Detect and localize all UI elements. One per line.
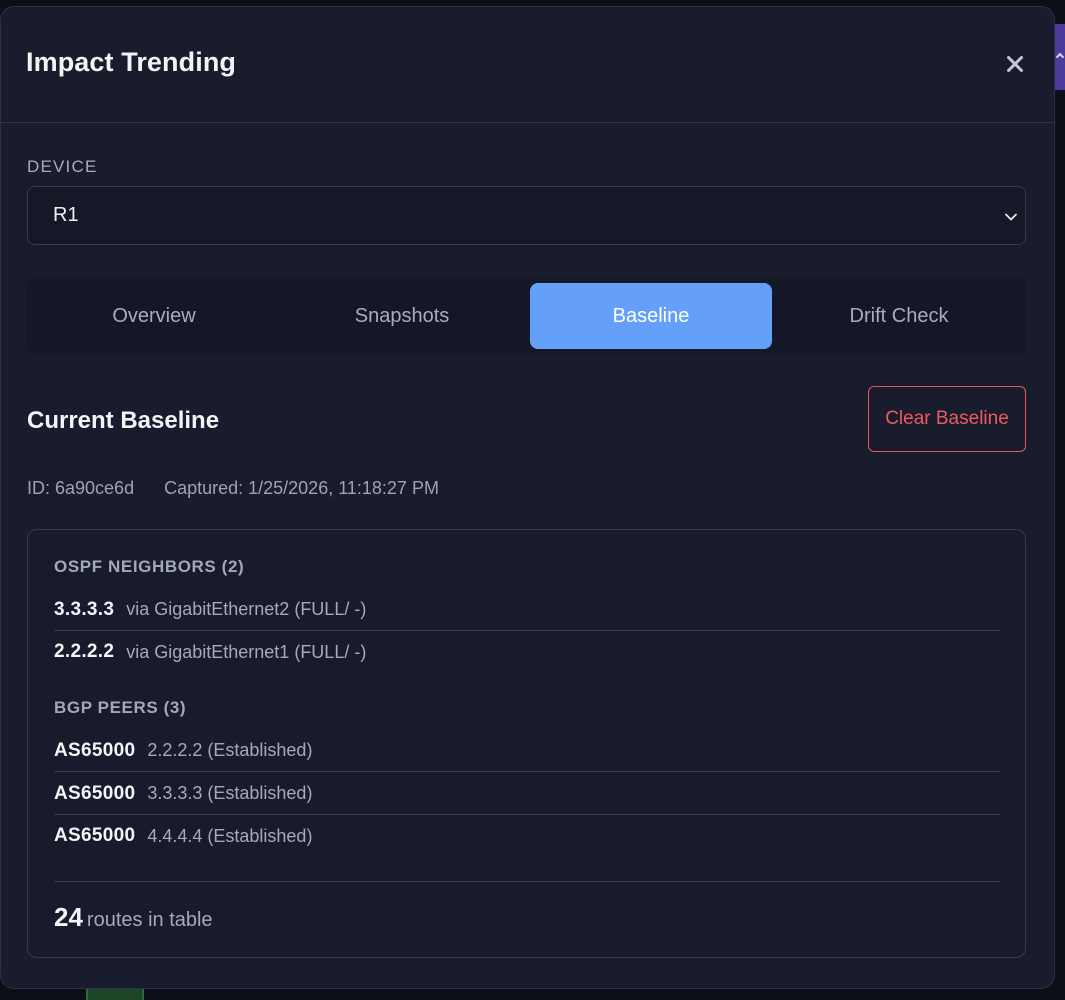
tab-overview[interactable]: Overview <box>33 283 275 349</box>
baseline-card: OSPF NEIGHBORS (2) 3.3.3.3 via GigabitEt… <box>27 529 1026 958</box>
neighbor-id: 2.2.2.2 <box>54 641 115 662</box>
peer-as: AS65000 <box>54 739 136 761</box>
baseline-id: ID: 6a90ce6d <box>27 478 135 498</box>
current-baseline-title: Current Baseline <box>27 407 220 434</box>
device-select[interactable]: R1 <box>27 186 1026 245</box>
routes-count: 24 <box>54 902 83 932</box>
bgp-peer-row: AS65000 4.4.4.4 (Established) <box>54 815 1001 857</box>
device-select-value: R1 <box>53 204 79 226</box>
bgp-peer-row: AS65000 2.2.2.2 (Established) <box>54 730 1001 772</box>
routes-summary: 24 routes in table <box>54 881 1001 933</box>
tab-baseline[interactable]: Baseline <box>530 283 772 349</box>
baseline-captured: Captured: 1/25/2026, 11:18:27 PM <box>164 478 439 498</box>
close-button[interactable] <box>1002 51 1028 77</box>
baseline-meta: ID: 6a90ce6d Captured: 1/25/2026, 11:18:2… <box>27 478 439 499</box>
neighbor-id: 3.3.3.3 <box>54 598 115 620</box>
view-tabs: Overview Snapshots Baseline Drift Check <box>27 277 1026 355</box>
modal-header: Impact Trending <box>1 7 1054 123</box>
ospf-neighbor-row: 3.3.3.3 via GigabitEthernet2 (FULL/ -) <box>54 589 1001 631</box>
peer-as: AS65000 <box>54 782 136 804</box>
neighbor-detail: via GigabitEthernet2 (FULL/ -) <box>126 599 367 619</box>
tab-snapshots[interactable]: Snapshots <box>281 283 523 349</box>
bgp-peers-heading: BGP PEERS (3) <box>54 698 187 717</box>
peer-detail: 2.2.2.2 (Established) <box>147 740 313 760</box>
peer-as: AS65000 <box>54 825 136 846</box>
tab-drift-check[interactable]: Drift Check <box>778 283 1020 349</box>
ospf-neighbors-heading: OSPF NEIGHBORS (2) <box>54 557 245 576</box>
modal-title: Impact Trending <box>26 47 237 77</box>
close-icon <box>1007 56 1023 72</box>
routes-label: routes in table <box>86 909 213 931</box>
clear-baseline-button[interactable]: Clear Baseline <box>868 386 1026 452</box>
chevron-down-icon <box>1005 213 1017 221</box>
device-label: DEVICE <box>27 157 98 176</box>
peer-detail: 4.4.4.4 (Established) <box>147 825 313 846</box>
peer-detail: 3.3.3.3 (Established) <box>147 783 313 803</box>
impact-trending-modal: Impact Trending DEVICE R1 Overview Snaps… <box>0 6 1055 989</box>
bgp-peer-row: AS65000 3.3.3.3 (Established) <box>54 773 1001 815</box>
ospf-neighbor-row: 2.2.2.2 via GigabitEthernet1 (FULL/ -) <box>54 631 1001 673</box>
neighbor-detail: via GigabitEthernet1 (FULL/ -) <box>126 641 367 662</box>
